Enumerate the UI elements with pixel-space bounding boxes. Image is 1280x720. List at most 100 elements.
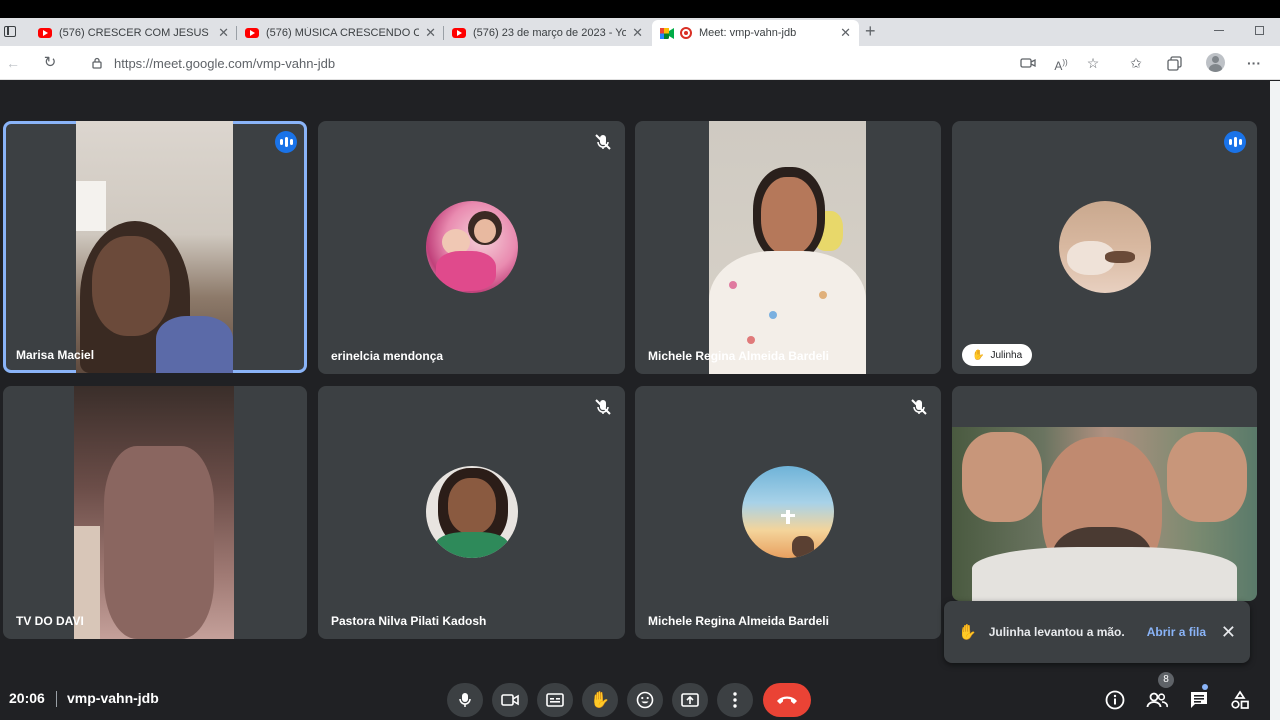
browser-tab-1[interactable]: (576) CRESCER COM JESUS | CAN ✕ — [30, 20, 237, 46]
divider — [56, 691, 57, 707]
raised-hand-icon: ✋ — [958, 624, 977, 641]
participant-avatar — [426, 466, 518, 558]
speaking-indicator-icon — [275, 131, 297, 153]
people-icon — [1146, 692, 1168, 708]
tab-title: (576) CRESCER COM JESUS | CAN — [59, 27, 212, 39]
mic-off-icon — [911, 399, 927, 415]
participant-video — [709, 121, 866, 374]
profile-avatar[interactable] — [1206, 53, 1225, 72]
tab-title: (576) 23 de março de 2023 - You — [473, 27, 627, 39]
browser-tab-strip: (576) CRESCER COM JESUS | CAN ✕ (576) MÚ… — [0, 18, 1280, 46]
leave-call-button[interactable] — [763, 683, 811, 717]
participant-name: Michele Regina Almeida Bardeli — [648, 349, 829, 363]
close-tab-icon[interactable]: ✕ — [218, 25, 229, 41]
close-icon[interactable]: ✕ — [1221, 622, 1236, 643]
close-tab-icon[interactable]: ✕ — [840, 25, 851, 41]
participant-name: TV DO DAVI — [16, 614, 84, 628]
microphone-icon — [459, 693, 471, 707]
raise-hand-button[interactable]: ✋ — [582, 683, 618, 717]
microphone-button[interactable] — [447, 683, 483, 717]
participant-video — [74, 386, 234, 639]
mic-off-icon — [595, 134, 611, 150]
more-options-button[interactable] — [717, 683, 753, 717]
participant-name: Pastora Nilva Pilati Kadosh — [331, 614, 487, 628]
close-tab-icon[interactable]: ✕ — [632, 25, 643, 41]
back-icon[interactable]: ← — [4, 54, 22, 72]
people-button[interactable] — [1145, 688, 1169, 712]
participant-avatar — [742, 466, 834, 558]
hand-raised-notification: ✋ Julinha levantou a mão. Abrir a fila ✕ — [944, 601, 1250, 663]
chat-unread-dot — [1202, 684, 1208, 690]
camera-permission-icon[interactable] — [1019, 54, 1037, 72]
screen-top-bar — [0, 0, 1280, 18]
browser-tab-3[interactable]: (576) 23 de março de 2023 - You ✕ — [444, 20, 651, 46]
participant-tile[interactable] — [952, 386, 1257, 601]
hand-raised-name: Julinha — [990, 349, 1023, 361]
minimize-icon[interactable] — [1214, 30, 1224, 31]
more-options-icon[interactable]: ··· — [1245, 54, 1263, 72]
participant-video — [76, 121, 233, 373]
participant-name: Marisa Maciel — [16, 348, 95, 362]
meeting-details-button[interactable] — [1103, 688, 1127, 712]
page-scrollbar[interactable] — [1270, 81, 1280, 720]
participant-count-badge: 8 — [1158, 672, 1174, 688]
browser-tab-2[interactable]: (576) MÚSICA CRESCENDO COM ✕ — [237, 20, 444, 46]
captions-button[interactable] — [537, 683, 573, 717]
google-meet-icon — [660, 27, 674, 39]
raise-hand-icon: ✋ — [590, 692, 610, 709]
meeting-code: vmp-vahn-jdb — [67, 690, 159, 706]
participant-tile[interactable]: Marisa Maciel — [3, 121, 307, 373]
url-text: https://meet.google.com/vmp-vahn-jdb — [114, 55, 336, 71]
recording-icon — [680, 27, 692, 39]
notification-message: Julinha levantou a mão. — [988, 625, 1125, 639]
lock-icon — [92, 57, 102, 69]
participant-tile[interactable]: erinelcia mendonça — [318, 121, 625, 374]
camera-button[interactable] — [492, 683, 528, 717]
browser-tab-meet[interactable]: Meet: vmp-vahn-jdb ✕ — [652, 20, 859, 46]
participant-tile[interactable]: TV DO DAVI — [3, 386, 307, 639]
participant-name: Michele Regina Almeida Bardeli — [648, 614, 829, 628]
youtube-icon — [245, 28, 259, 38]
youtube-icon — [38, 28, 52, 38]
favorites-icon[interactable]: ✩ — [1127, 54, 1145, 72]
collections-icon[interactable] — [1166, 54, 1184, 72]
tab-title: Meet: vmp-vahn-jdb — [699, 27, 797, 39]
speaking-indicator-icon — [1224, 131, 1246, 153]
open-queue-link[interactable]: Abrir a fila — [1147, 625, 1206, 639]
more-vertical-icon — [733, 692, 737, 708]
add-favorite-icon[interactable]: ☆ — [1084, 54, 1102, 72]
participant-avatar — [1059, 201, 1151, 293]
chat-icon — [1191, 692, 1207, 708]
reload-icon[interactable]: ↻ — [41, 54, 59, 72]
raised-hand-icon: ✋ — [972, 349, 985, 361]
captions-icon — [546, 693, 564, 707]
mic-off-icon — [595, 399, 611, 415]
participant-tile[interactable]: Pastora Nilva Pilati Kadosh — [318, 386, 625, 639]
url-field[interactable]: https://meet.google.com/vmp-vahn-jdb — [78, 50, 1003, 76]
participant-name: erinelcia mendonça — [331, 349, 444, 363]
participant-tile[interactable]: Michele Regina Almeida Bardeli — [635, 121, 941, 374]
activities-button[interactable] — [1228, 688, 1252, 712]
meeting-clock: 20:06 — [9, 690, 45, 706]
camera-icon — [501, 694, 519, 706]
youtube-icon — [452, 28, 466, 38]
emoji-reaction-button[interactable] — [627, 683, 663, 717]
read-aloud-icon[interactable]: A)) — [1052, 54, 1070, 73]
participant-avatar — [426, 201, 518, 293]
participant-video — [952, 427, 1257, 601]
participant-tile[interactable]: Michele Regina Almeida Bardeli — [635, 386, 941, 639]
meeting-controls-bar: 20:06 vmp-vahn-jdb ✋ — [0, 676, 1270, 720]
emoji-icon — [636, 691, 654, 709]
tab-actions-icon[interactable] — [4, 26, 16, 37]
info-icon — [1105, 690, 1125, 710]
activities-icon — [1231, 690, 1249, 709]
maximize-icon[interactable] — [1255, 26, 1264, 35]
hand-raised-chip: ✋ Julinha — [962, 344, 1033, 366]
chat-button[interactable] — [1187, 688, 1211, 712]
present-screen-button[interactable] — [672, 683, 708, 717]
browser-address-bar: ← ↻ https://meet.google.com/vmp-vahn-jdb… — [0, 46, 1280, 80]
participant-tile[interactable]: ✋ Julinha — [952, 121, 1257, 374]
end-call-icon — [777, 696, 797, 704]
close-tab-icon[interactable]: ✕ — [425, 25, 436, 41]
new-tab-icon[interactable]: + — [865, 21, 876, 42]
